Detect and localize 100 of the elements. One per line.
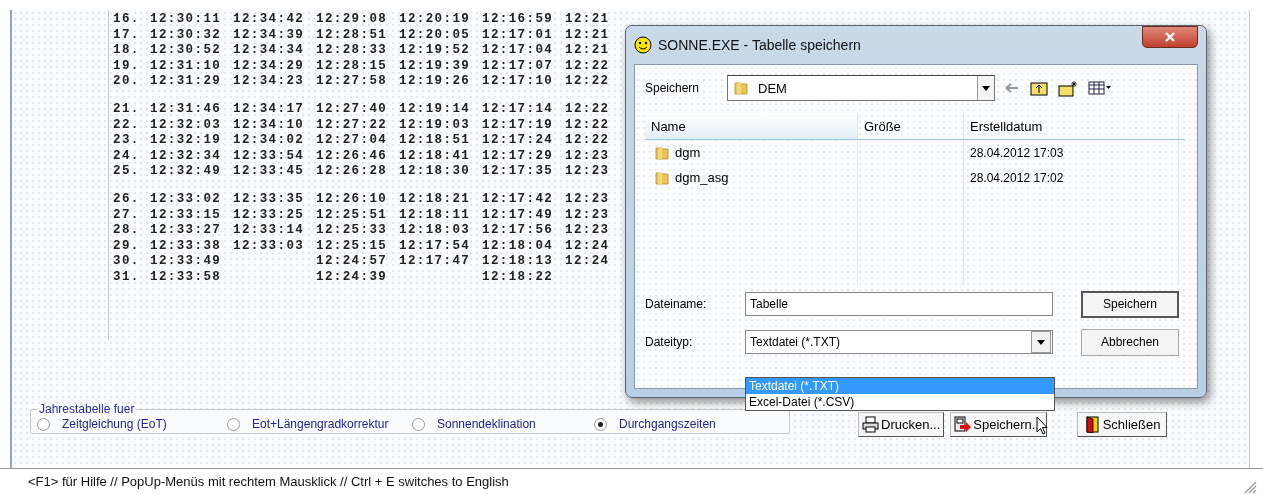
print-button[interactable]: Drucken...: [858, 412, 945, 437]
column-header[interactable]: Name: [645, 113, 858, 139]
dropdown-value: Textdatei (*.TXT): [750, 335, 842, 349]
radio-label[interactable]: Durchgangszeiten: [619, 417, 716, 431]
table-cell-text: 12:27:40: [316, 101, 389, 118]
table-cell-text: 12:23: [565, 148, 611, 165]
table-cell-text: 12:19:26: [399, 74, 472, 90]
resize-grip-icon[interactable]: [1243, 480, 1257, 494]
table-cell-text: 12:33:02: [150, 191, 223, 208]
table-cell-text: 12:23: [565, 207, 611, 224]
table-cell-text: 12:34:42: [233, 12, 306, 28]
back-arrow-icon[interactable]: [1005, 81, 1020, 95]
dropdown-option[interactable]: Excel-Datei (*.CSV): [746, 394, 1054, 410]
table-cell-text: 12:25:51: [316, 207, 389, 224]
table-cell-text: 12:18:11: [399, 207, 472, 224]
table-cell-text: 12:20:05: [399, 27, 472, 44]
filetype-dropdown[interactable]: Textdatei (*.TXT): [745, 330, 1053, 354]
table-cell-text: 12:28:15: [316, 58, 389, 75]
day-number: 21.: [113, 101, 141, 118]
view-menu-icon[interactable]: [1088, 80, 1112, 96]
table-cell-text: 12:17:49: [482, 207, 555, 224]
table-cell-text: 12:22: [565, 58, 611, 75]
table-cell-text: 12:31:10: [150, 58, 223, 75]
table-cell-text: 12:18:03: [399, 223, 472, 239]
table-cell-text: 12:17:10: [482, 74, 555, 90]
table-cell-text: 12:34:17: [233, 101, 306, 118]
table-cell-text: 12:33:03: [233, 238, 306, 255]
field-label: Dateityp:: [645, 335, 694, 349]
dialog-title: SONNE.EXE - Tabelle speichern: [658, 37, 862, 53]
table-cell-text: 12:17:35: [482, 164, 555, 180]
table-cell-text: 12:32:49: [150, 164, 223, 180]
table-cell-text: 12:17:24: [482, 133, 555, 149]
radio-button[interactable]: [594, 417, 607, 431]
file-item[interactable]: dgm_asg: [655, 169, 729, 186]
table-cell-text: 12:19:52: [399, 43, 472, 59]
table-cell-text: 12:33:35: [233, 191, 306, 208]
folder-icon: [734, 80, 750, 96]
table-cell-text: 12:33:58: [150, 269, 223, 286]
close-button[interactable]: Schließen: [1076, 412, 1168, 437]
status-text: <F1> für Hilfe // PopUp-Menüs mit rechtem Mausklick // Ctrl + E switches to English: [28, 474, 509, 489]
printer-icon: [862, 416, 879, 433]
table-cell-text: 12:24: [565, 238, 611, 255]
file-date: 28.04.2012 17:02: [970, 170, 1064, 185]
close-icon: [1164, 31, 1176, 43]
day-number: 20.: [113, 74, 141, 90]
location-dropdown[interactable]: DEM: [727, 75, 995, 101]
cancel-button[interactable]: Abbrechen: [1081, 328, 1179, 356]
table-cell-text: 12:19:03: [399, 117, 472, 134]
day-number: 23.: [113, 133, 141, 149]
table-cell-text: 12:19:39: [399, 58, 472, 75]
day-number: 19.: [113, 58, 141, 75]
table-cell-text: 12:25:33: [316, 223, 389, 239]
save-button[interactable]: Speichern: [1081, 290, 1179, 318]
table-cell-text: 12:33:14: [233, 223, 306, 239]
table-cell-text: 12:22: [565, 101, 611, 118]
new-folder-icon[interactable]: [1058, 79, 1078, 97]
door-icon: [1083, 416, 1101, 433]
day-number: 24.: [113, 148, 141, 165]
folder-icon: [655, 169, 671, 186]
table-cell-text: 12:33:54: [233, 148, 306, 165]
table-cell-text: 12:18:30: [399, 164, 472, 180]
table-cell-text: 12:26:28: [316, 164, 389, 180]
dropdown-arrow-icon[interactable]: [1036, 338, 1046, 346]
table-cell-text: 12:17:29: [482, 148, 555, 165]
filename-field[interactable]: Tabelle: [745, 292, 1053, 316]
save-button[interactable]: Speichern...: [950, 412, 1047, 437]
radio-button[interactable]: [227, 417, 240, 431]
radio-button[interactable]: [412, 417, 425, 431]
table-cell-text: 12:34:23: [233, 74, 306, 90]
table-cell-text: 12:34:39: [233, 27, 306, 44]
table-cell-text: 12:16:59: [482, 12, 555, 28]
radio-button[interactable]: [37, 417, 50, 431]
table-cell-text: 12:32:03: [150, 117, 223, 134]
table-cell-text: 12:33:38: [150, 238, 223, 255]
day-number: 16.: [113, 12, 141, 28]
file-item[interactable]: dgm: [655, 144, 701, 161]
table-cell-text: 12:18:21: [399, 191, 472, 208]
radio-label[interactable]: Eot+Längengradkorrektur: [252, 417, 389, 431]
table-cell-text: 12:24:57: [316, 254, 389, 270]
table-cell-text: 12:30:52: [150, 43, 223, 59]
table-cell-text: 12:33:15: [150, 207, 223, 224]
disk-arrow-icon: [954, 416, 972, 433]
table-cell-text: 12:24:39: [316, 269, 389, 286]
day-number: 31.: [113, 269, 141, 286]
radio-label[interactable]: Zeitgleichung (EoT): [62, 417, 167, 431]
day-number: 30.: [113, 254, 141, 270]
table-cell-text: 12:25:15: [316, 238, 389, 255]
table-cell-text: 12:34:02: [233, 133, 306, 149]
table-cell-text: 12:28:51: [316, 27, 389, 44]
table-cell-text: 12:26:46: [316, 148, 389, 165]
table-cell-text: 12:21: [565, 27, 611, 44]
table-cell-text: 12:28:33: [316, 43, 389, 59]
table-cell-text: 12:31:29: [150, 74, 223, 90]
table-cell-text: 12:31:46: [150, 101, 223, 118]
column-header[interactable]: Erstelldatum: [964, 113, 1179, 139]
folder-up-icon[interactable]: [1030, 80, 1048, 96]
close-button[interactable]: [1142, 26, 1198, 48]
column-header[interactable]: Größe: [858, 113, 964, 139]
table-cell-text: 12:23: [565, 164, 611, 180]
radio-label[interactable]: Sonnendeklination: [437, 417, 536, 431]
